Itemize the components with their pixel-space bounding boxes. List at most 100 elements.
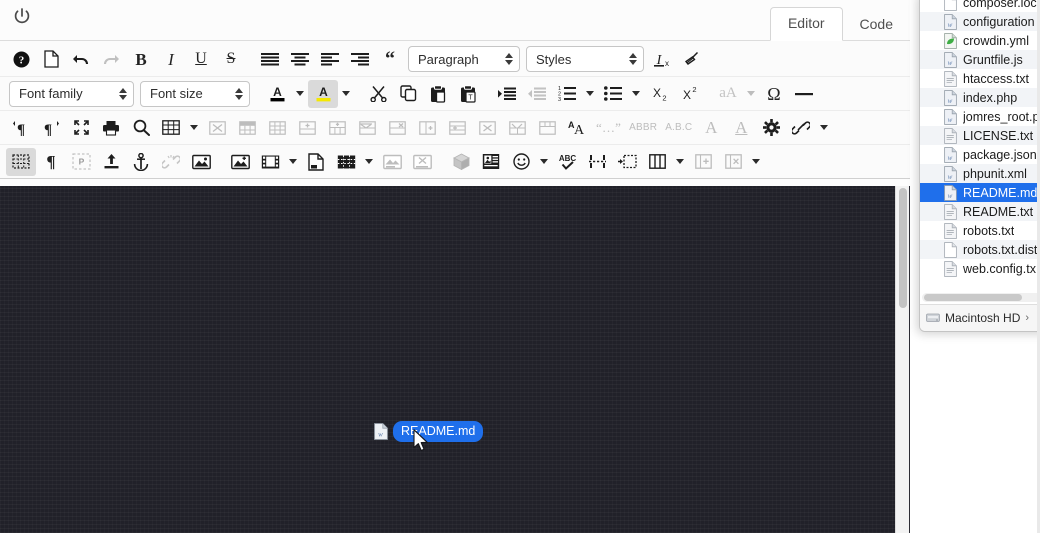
editor-canvas[interactable]: w README.md [0, 186, 910, 533]
omega-icon[interactable]: Ω [759, 80, 789, 108]
background-color-caret-icon[interactable] [338, 80, 354, 108]
template-grid-icon[interactable] [331, 148, 361, 176]
canvas-scrollbar-thumb[interactable] [899, 188, 907, 308]
smiley-icon[interactable] [506, 148, 536, 176]
link-icon[interactable] [786, 114, 816, 142]
finder-file-row[interactable]: w configuration [920, 12, 1040, 31]
finder-file-row[interactable]: w index.php [920, 88, 1040, 107]
paste-text-icon[interactable]: T [453, 80, 483, 108]
film-icon[interactable] [255, 148, 285, 176]
columns-caret-icon[interactable] [672, 148, 688, 176]
finder-file-row[interactable]: w jomres_root.p [920, 107, 1040, 126]
horizontal-rule-icon[interactable] [789, 80, 819, 108]
remove-format-icon[interactable]: Ix [647, 45, 677, 73]
columns-icon[interactable] [642, 148, 672, 176]
strikethrough-icon[interactable]: S [216, 45, 246, 73]
finder-file-name: package.json [963, 147, 1037, 162]
finder-file-row[interactable]: w README.md [920, 183, 1040, 202]
subscript-icon[interactable]: X2 [644, 80, 674, 108]
split-cell-icon [532, 114, 562, 142]
finder-file-row[interactable]: w package.json [920, 145, 1040, 164]
align-center-icon[interactable] [285, 45, 315, 73]
tab-code[interactable]: Code [843, 9, 910, 41]
insert-region-icon[interactable] [612, 148, 642, 176]
image-add-icon[interactable] [225, 148, 255, 176]
finder-file-row[interactable]: w Gruntfile.js [920, 50, 1040, 69]
numbered-list-icon[interactable]: 123 [552, 80, 582, 108]
blockquote-icon[interactable]: “ [375, 45, 405, 73]
upload-icon[interactable] [96, 148, 126, 176]
cube-icon [446, 148, 476, 176]
power-icon[interactable] [12, 7, 32, 29]
text-color-caret-icon[interactable] [292, 80, 308, 108]
spellcheck-icon[interactable]: ABC [552, 148, 582, 176]
table-icon[interactable] [156, 114, 186, 142]
pilcrow-icon[interactable]: ¶ [36, 148, 66, 176]
finder-file-name: Gruntfile.js [963, 52, 1023, 67]
font-size-select[interactable]: Font size [140, 80, 250, 107]
table-caret-icon[interactable] [186, 114, 202, 142]
indent-icon[interactable] [492, 80, 522, 108]
font-family-select[interactable]: Font family [9, 80, 134, 107]
new-document-icon[interactable] [36, 45, 66, 73]
finder-file-list[interactable]: composer.loc w configuration crowdin.yml w Gr… [920, 0, 1040, 285]
canvas-scrollbar[interactable] [895, 186, 909, 533]
align-right-icon[interactable] [345, 45, 375, 73]
finder-file-row[interactable]: web.config.tx [920, 259, 1040, 278]
numbered-list-caret-icon[interactable] [582, 80, 598, 108]
styles-select[interactable]: Styles [526, 46, 644, 72]
svg-text:X: X [653, 86, 661, 100]
finder-horizontal-scrollbar[interactable] [922, 293, 1040, 302]
copy-icon[interactable] [393, 80, 423, 108]
broom-icon[interactable] [677, 45, 707, 73]
finder-file-row[interactable]: LICENSE.txt [920, 126, 1040, 145]
underline-icon[interactable]: U [186, 45, 216, 73]
text-color-icon[interactable]: A [262, 80, 292, 108]
finder-file-row[interactable]: robots.txt.dist [920, 240, 1040, 259]
page-icon[interactable] [301, 148, 331, 176]
italic-icon[interactable]: I [156, 45, 186, 73]
image-icon[interactable] [186, 148, 216, 176]
fullscreen-icon[interactable] [66, 114, 96, 142]
svg-text:3: 3 [558, 97, 561, 101]
template-caret-icon[interactable] [361, 148, 377, 176]
font-aa-icon[interactable]: AA [562, 114, 592, 142]
finder-file-row[interactable]: composer.loc [920, 0, 1040, 12]
finder-file-row[interactable]: w phpunit.xml [920, 164, 1040, 183]
bullet-list-icon[interactable] [598, 80, 628, 108]
tab-editor[interactable]: Editor [769, 7, 843, 41]
paragraph-format-select[interactable]: Paragraph [408, 46, 520, 72]
film-caret-icon[interactable] [285, 148, 301, 176]
ltr-paragraph-icon[interactable]: ¶ [6, 114, 36, 142]
finder-file-row[interactable]: htaccess.txt [920, 69, 1040, 88]
link-caret-icon[interactable] [816, 114, 832, 142]
align-justify-icon[interactable] [255, 45, 285, 73]
finder-file-row[interactable]: README.txt [920, 202, 1040, 221]
smiley-caret-icon[interactable] [536, 148, 552, 176]
row4-overflow-caret-icon[interactable] [748, 148, 764, 176]
finder-file-row[interactable]: robots.txt [920, 221, 1040, 240]
page-break-icon[interactable] [582, 148, 612, 176]
gear-icon[interactable] [756, 114, 786, 142]
finder-scrollbar-thumb[interactable] [924, 294, 1022, 301]
media-card-icon[interactable] [476, 148, 506, 176]
undo-icon[interactable] [66, 45, 96, 73]
rtl-paragraph-icon[interactable]: ¶ [36, 114, 66, 142]
finder-file-row[interactable]: crowdin.yml [920, 31, 1040, 50]
paste-icon[interactable] [423, 80, 453, 108]
printer-icon[interactable] [96, 114, 126, 142]
bold-icon[interactable]: B [126, 45, 156, 73]
show-borders-icon[interactable] [6, 147, 36, 176]
search-icon[interactable] [126, 114, 156, 142]
finder-file-name: README.txt [963, 204, 1034, 219]
bullet-list-caret-icon[interactable] [628, 80, 644, 108]
align-left-icon[interactable] [315, 45, 345, 73]
finder-path-volume[interactable]: Macintosh HD [945, 311, 1020, 325]
svg-text:¶: ¶ [17, 122, 25, 136]
superscript-icon[interactable]: X2 [674, 80, 704, 108]
scissors-icon[interactable] [363, 80, 393, 108]
anchor-icon[interactable] [126, 148, 156, 176]
background-color-icon[interactable]: A [308, 79, 338, 108]
svg-text:w: w [948, 58, 953, 66]
help-icon[interactable]: ? [6, 45, 36, 73]
